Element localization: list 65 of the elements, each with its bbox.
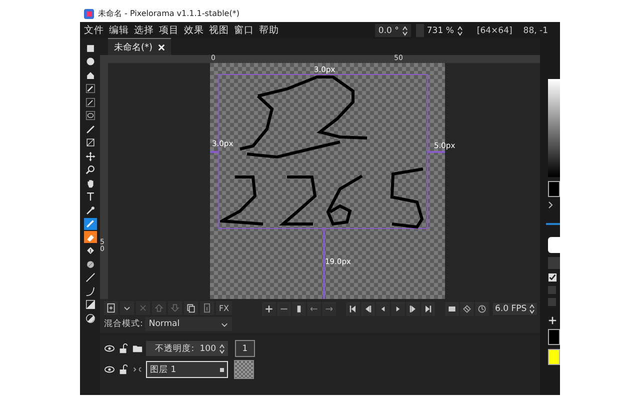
next-frame-icon[interactable]	[406, 302, 420, 316]
plus-icon[interactable]	[262, 302, 276, 316]
curve-icon[interactable]	[84, 285, 96, 297]
eye-icon[interactable]	[104, 343, 115, 354]
app-logo-icon	[84, 8, 94, 18]
color-swatch[interactable]	[548, 349, 560, 365]
folder-icon[interactable]	[132, 343, 143, 354]
menu-item[interactable]: 文件	[84, 24, 104, 37]
lasso-icon[interactable]	[84, 110, 96, 122]
minus-icon[interactable]	[277, 302, 291, 316]
slashed-square-icon[interactable]	[84, 136, 96, 148]
chevron-icon[interactable]	[548, 201, 554, 209]
blend-mode-label: 混合模式:	[104, 318, 143, 330]
last-frame-icon[interactable]	[421, 302, 435, 316]
color-gradient-picker[interactable]	[548, 79, 560, 177]
guide-line	[323, 229, 324, 299]
cursor-position-label: 88, -1	[523, 26, 548, 36]
spinner-arrows-icon[interactable]	[219, 344, 225, 354]
magnifier-icon[interactable]	[84, 164, 96, 176]
eye-icon[interactable]	[104, 364, 115, 375]
spinner-arrows-icon[interactable]	[528, 304, 535, 314]
split-square-icon[interactable]	[84, 298, 96, 310]
layer-name-field[interactable]: 图层 1	[146, 361, 228, 378]
menu-item[interactable]: 编辑	[109, 24, 129, 37]
up-arrow-icon[interactable]	[152, 301, 166, 315]
play-icon[interactable]	[391, 302, 405, 316]
plus-icon[interactable]	[548, 316, 557, 325]
add-layer-icon[interactable]	[104, 301, 118, 315]
play-backwards-icon[interactable]	[376, 302, 390, 316]
duplicate-icon[interactable]	[184, 301, 198, 315]
blend-mode-dropdown[interactable]: Normal	[144, 317, 232, 331]
guide-line	[428, 151, 445, 152]
first-frame-icon[interactable]	[346, 302, 360, 316]
move-icon[interactable]	[84, 150, 96, 162]
caret-icon[interactable]	[120, 301, 134, 315]
frame-number-button[interactable]: 1	[235, 340, 255, 357]
effects-button[interactable]: FX	[216, 301, 232, 315]
menu-item[interactable]: 窗口	[234, 24, 254, 37]
unlocked-padlock-icon[interactable]	[118, 343, 129, 354]
menu-item[interactable]: 帮助	[259, 24, 279, 37]
eraser-icon[interactable]	[84, 231, 96, 243]
checkbox[interactable]	[548, 273, 557, 282]
canvas-size-label: [64×64]	[476, 26, 512, 36]
cel-thumbnail[interactable]	[234, 360, 254, 379]
spinner-arrows-icon[interactable]	[456, 26, 463, 36]
color-swatch[interactable]	[548, 329, 560, 345]
line-icon[interactable]	[84, 272, 96, 284]
split-circle-icon[interactable]	[84, 312, 96, 324]
menu-item[interactable]: 选择	[134, 24, 154, 37]
close-icon[interactable]	[158, 44, 165, 50]
opacity-field[interactable]: 不透明度: 100	[146, 341, 228, 356]
fps-field[interactable]: 6.0 FPS	[493, 303, 537, 315]
pencil-icon[interactable]	[84, 218, 96, 230]
unlocked-padlock-icon[interactable]	[118, 364, 129, 375]
menu-item[interactable]: 项目	[159, 24, 179, 37]
caret-icon[interactable]	[221, 320, 228, 328]
document-tab[interactable]: 未命名(*)	[108, 38, 171, 55]
menu-item[interactable]: 效果	[184, 24, 204, 37]
menu-item[interactable]: 视图	[209, 24, 229, 37]
color-preview	[548, 181, 560, 197]
spinner-arrows-icon[interactable]	[402, 26, 408, 36]
window-title: 未命名 - Pixelorama v1.1.1-stable(*)	[98, 8, 240, 19]
clock-icon[interactable]	[475, 302, 489, 316]
previous-frame-icon[interactable]	[361, 302, 375, 316]
rotation-field[interactable]: 0.0 °	[375, 24, 411, 37]
